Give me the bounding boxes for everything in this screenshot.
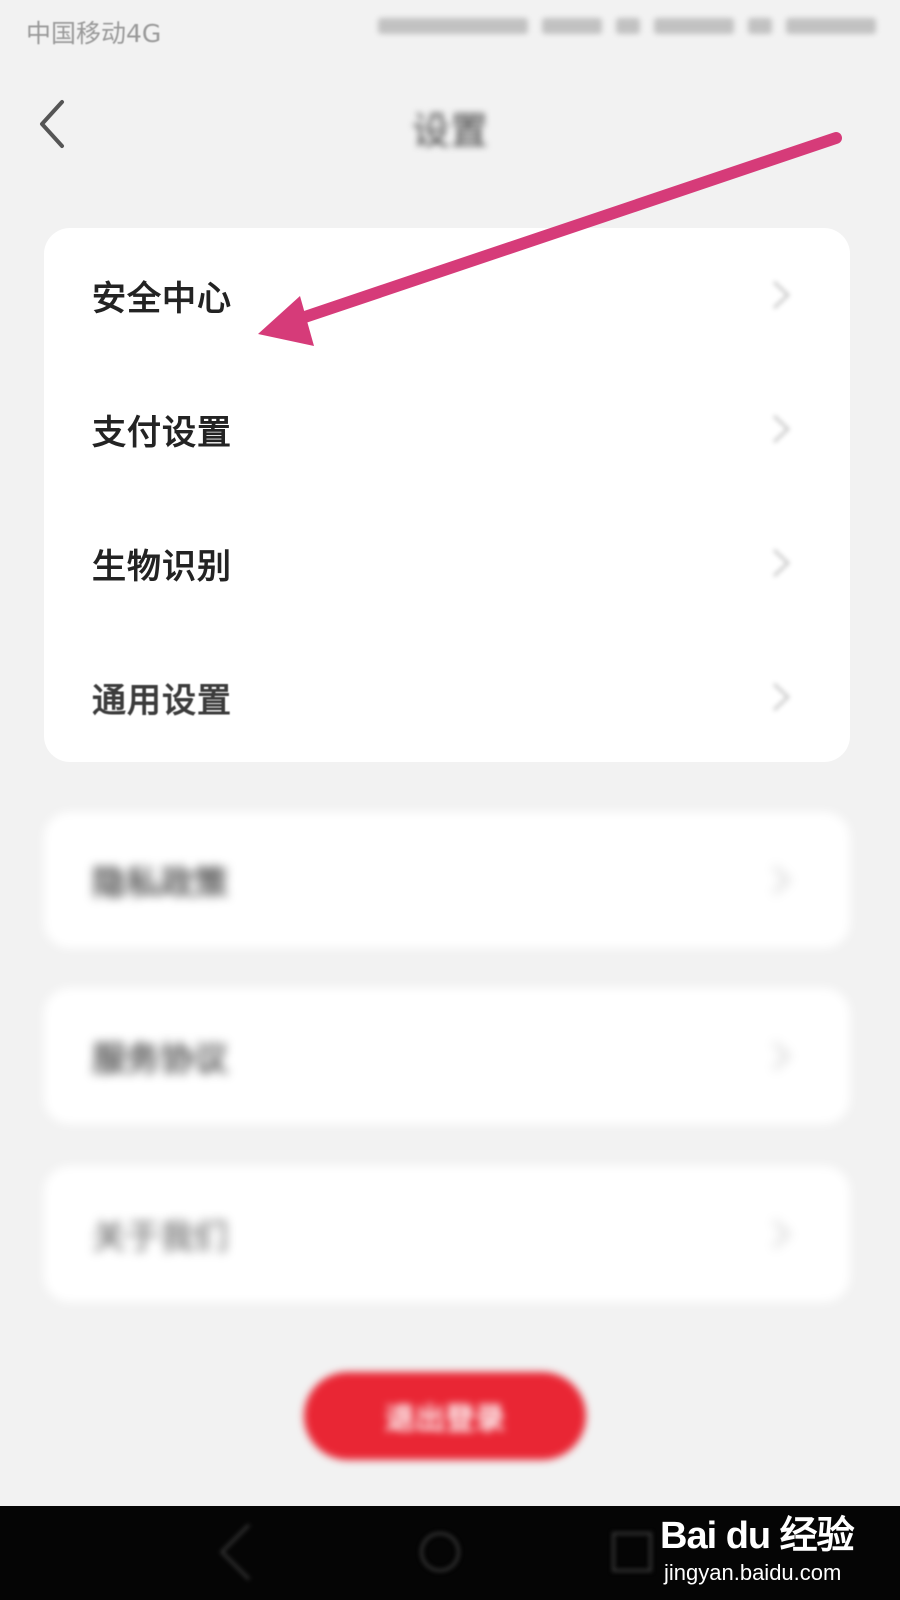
logout-label: 退出登录 xyxy=(385,1402,505,1437)
chevron-right-icon xyxy=(772,865,791,895)
chevron-right-icon xyxy=(772,414,791,444)
chevron-right-icon xyxy=(772,548,791,578)
recents-nav-icon[interactable] xyxy=(612,1532,652,1572)
settings-item-privacy[interactable]: 隐私政策 xyxy=(44,812,850,948)
logout-button[interactable]: 退出登录 xyxy=(304,1372,586,1460)
settings-item-label: 安全中心 xyxy=(92,278,232,319)
home-nav-icon[interactable] xyxy=(420,1532,460,1572)
watermark-brand: Bai du 经验 xyxy=(660,1515,855,1557)
settings-item-general[interactable]: 通用设置 xyxy=(44,630,850,764)
settings-item-label: 服务协议 xyxy=(92,1039,228,1080)
chevron-right-icon xyxy=(772,1219,791,1249)
chevron-right-icon xyxy=(772,1041,791,1071)
settings-card: 安全中心 支付设置 生物识别 通用设置 xyxy=(44,228,850,762)
settings-item-label: 通用设置 xyxy=(92,680,232,721)
status-bar: 中国移动4G xyxy=(0,0,900,64)
page-title: 设置 xyxy=(411,109,488,153)
settings-item-label: 关于我们 xyxy=(92,1217,228,1258)
back-nav-icon[interactable] xyxy=(219,1523,277,1581)
chevron-right-icon xyxy=(772,682,791,712)
watermark-url: jingyan.baidu.com xyxy=(664,1560,842,1585)
settings-item-label: 支付设置 xyxy=(92,412,232,453)
carrier-label: 中国移动4G xyxy=(26,19,162,48)
status-icons xyxy=(378,18,876,34)
settings-item-label: 生物识别 xyxy=(92,546,232,587)
settings-item-biometrics[interactable]: 生物识别 xyxy=(44,496,850,630)
settings-item-security-center[interactable]: 安全中心 xyxy=(44,228,850,362)
nav-bar: 设置 xyxy=(0,84,900,164)
settings-item-about[interactable]: 关于我们 xyxy=(44,1166,850,1302)
baidu-jingyan-watermark: Bai du 经验 jingyan.baidu.com xyxy=(660,1500,890,1596)
chevron-right-icon xyxy=(772,280,791,310)
settings-item-payment[interactable]: 支付设置 xyxy=(44,362,850,496)
menu-icon[interactable] xyxy=(52,1532,92,1572)
settings-item-agreement[interactable]: 服务协议 xyxy=(44,988,850,1124)
settings-item-label: 隐私政策 xyxy=(92,863,228,904)
